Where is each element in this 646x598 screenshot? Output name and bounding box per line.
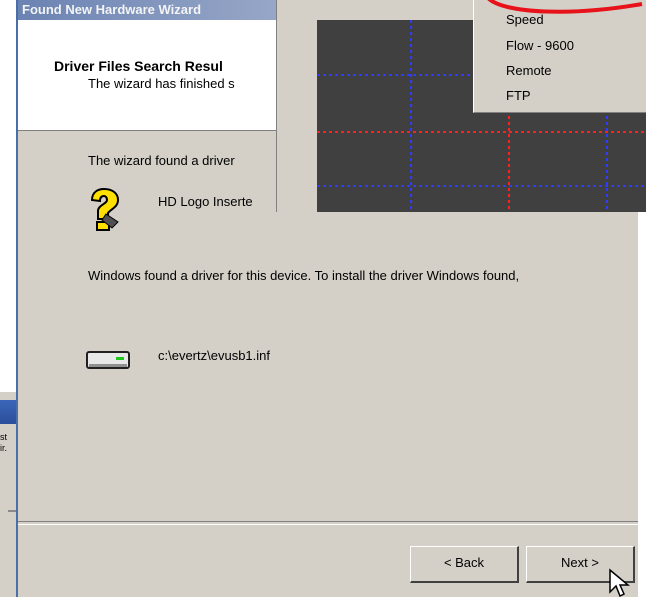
device-name: HD Logo Inserte bbox=[158, 194, 253, 209]
background-window-text: st ir. bbox=[0, 432, 7, 454]
disk-drive-icon bbox=[86, 351, 130, 369]
menu-item-flow[interactable]: Flow - 9600 bbox=[506, 38, 574, 53]
header-subtitle: The wizard has finished s bbox=[88, 76, 235, 91]
settings-menu: Speed Flow - 9600 Remote FTP bbox=[473, 0, 646, 113]
driver-file-path: c:\evertz\evusb1.inf bbox=[158, 348, 270, 363]
window-title[interactable]: Found New Hardware Wizard bbox=[18, 0, 292, 20]
overlay-screenshot: Speed Flow - 9600 Remote FTP bbox=[276, 0, 646, 212]
menu-item-speed[interactable]: Speed bbox=[506, 12, 544, 27]
wizard-found-text: The wizard found a driver bbox=[88, 153, 235, 168]
menu-item-ftp[interactable]: FTP bbox=[506, 88, 531, 103]
background-text-line-2: ir. bbox=[0, 443, 8, 453]
back-button[interactable]: < Back bbox=[410, 546, 519, 583]
button-area-separator bbox=[18, 521, 638, 525]
background-text-line-1: st bbox=[0, 432, 8, 442]
wizard-driver-found-text: Windows found a driver for this device. … bbox=[88, 268, 520, 283]
question-mark-icon bbox=[90, 188, 120, 231]
header-title: Driver Files Search Resul bbox=[54, 58, 223, 74]
mouse-pointer-icon bbox=[609, 568, 630, 598]
menu-item-remote[interactable]: Remote bbox=[506, 63, 552, 78]
